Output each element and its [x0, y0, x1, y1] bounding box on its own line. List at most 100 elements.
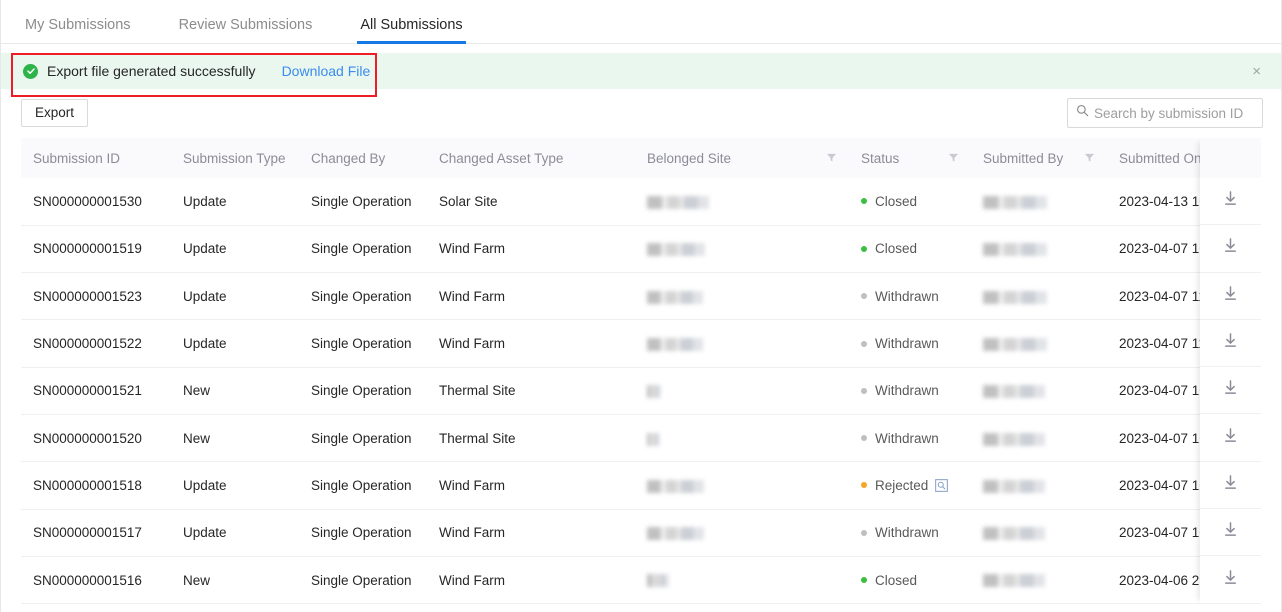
redacted-value: [983, 337, 1047, 351]
cell-changed-by: Single Operation: [299, 509, 427, 557]
cell-submission-type: Update: [171, 272, 299, 321]
cell-status: Rejected: [849, 461, 971, 510]
cell-submission-type-text: Update: [183, 288, 227, 304]
check-circle-icon: [23, 63, 38, 79]
cell-submitted-by: [971, 272, 1107, 321]
cell-submission-id-text: SN000000001519: [33, 241, 142, 257]
cell-status: Closed: [849, 178, 971, 226]
cell-changed-by: Single Operation: [299, 319, 427, 368]
cell-submission-type: New: [171, 556, 299, 605]
column-header-changed-by[interactable]: Changed By: [299, 138, 427, 178]
header-label: Submitted On: [1119, 150, 1202, 166]
status-dot: [861, 577, 867, 584]
column-header-submission-type[interactable]: Submission Type: [171, 138, 299, 178]
tab-label: My Submissions: [25, 17, 131, 33]
download-button[interactable]: [1200, 225, 1261, 273]
table-row[interactable]: SN000000001516 New Single Operation Wind Fa…: [21, 556, 1261, 605]
header-label: Changed Asset Type: [439, 150, 564, 166]
cell-changed-by: Single Operation: [299, 414, 427, 463]
column-header-changed-asset-type[interactable]: Changed Asset Type: [427, 138, 635, 178]
cell-submitted-by: [971, 225, 1107, 274]
cell-submission-type-text: Update: [183, 336, 227, 352]
cell-changed-by-text: Single Operation: [311, 241, 412, 257]
table-row[interactable]: SN000000001520 New Single Operation Thermal…: [21, 414, 1261, 463]
rejection-reason-icon[interactable]: [935, 479, 949, 492]
cell-submission-id-text: SN000000001521: [33, 383, 142, 399]
redacted-value: [983, 290, 1047, 304]
download-button[interactable]: [1200, 272, 1261, 320]
cell-submission-type: Update: [171, 319, 299, 368]
cell-changed-by-text: Single Operation: [311, 572, 412, 588]
download-button[interactable]: [1200, 414, 1261, 462]
tab-my-submissions[interactable]: My Submissions: [25, 17, 131, 43]
action-column-header: [1200, 138, 1261, 178]
table-row[interactable]: SN000000001519 Update Single Operation Wind…: [21, 225, 1261, 274]
cell-submission-type: Update: [171, 178, 299, 226]
cell-changed-by: Single Operation: [299, 225, 427, 274]
download-button[interactable]: [1200, 178, 1261, 226]
redacted-value: [983, 527, 1045, 541]
cell-submitted-by: [971, 461, 1107, 510]
cell-submitted-by: [971, 556, 1107, 605]
cell-submission-type: New: [171, 367, 299, 415]
cell-changed-by: Single Operation: [299, 367, 427, 415]
column-header-belonged-site[interactable]: Belonged Site: [635, 138, 849, 178]
redacted-value: [647, 337, 703, 351]
submissions-grid: Submission ID Submission Type Changed By…: [21, 138, 1261, 605]
status-dot: [861, 387, 867, 394]
cell-changed-asset-type: Solar Site: [427, 178, 635, 226]
column-header-submitted-by[interactable]: Submitted By: [971, 138, 1107, 178]
status-badge: Withdrawn: [875, 430, 939, 446]
table-row[interactable]: SN000000001521 New Single Operation Thermal…: [21, 367, 1261, 415]
download-button[interactable]: [1200, 509, 1261, 557]
status-dot: [861, 482, 867, 489]
download-icon: [1222, 569, 1239, 591]
cell-submission-type: Update: [171, 225, 299, 274]
action-column: [1200, 138, 1261, 604]
download-button[interactable]: [1200, 461, 1261, 510]
cell-submission-type: Update: [171, 509, 299, 557]
column-header-submission-id[interactable]: Submission ID: [21, 138, 171, 178]
download-button[interactable]: [1200, 367, 1261, 415]
header-label: Submitted By: [983, 150, 1064, 166]
download-file-link[interactable]: Download File: [282, 63, 371, 79]
cell-belonged-site: [635, 225, 849, 274]
cell-status: Withdrawn: [849, 272, 971, 321]
redacted-value: [983, 574, 1045, 588]
table-row[interactable]: SN000000001523 Update Single Operation Wind…: [21, 272, 1261, 321]
tab-label: Review Submissions: [178, 17, 313, 33]
cell-status: Withdrawn: [849, 509, 971, 557]
status-dot: [861, 245, 867, 252]
table-row[interactable]: SN000000001530 Update Single Operation Sola…: [21, 178, 1261, 226]
tab-all-submissions[interactable]: All Submissions: [357, 17, 467, 44]
table-row[interactable]: SN000000001517 Update Single Operation Wind…: [21, 509, 1261, 557]
search-box[interactable]: [1067, 98, 1263, 128]
cell-changed-asset-type: Wind Farm: [427, 272, 635, 321]
redacted-value: [647, 527, 704, 541]
export-button[interactable]: Export: [21, 99, 89, 127]
download-button[interactable]: [1200, 319, 1261, 368]
cell-changed-asset-type-text: Wind Farm: [439, 477, 506, 493]
column-header-status[interactable]: Status: [849, 138, 971, 178]
cell-submission-id-text: SN000000001520: [33, 430, 142, 446]
cell-submission-type-text: Update: [183, 193, 227, 209]
cell-changed-asset-type: Thermal Site: [427, 414, 635, 463]
table-toolbar: Export: [1, 88, 1281, 138]
download-button[interactable]: [1200, 556, 1261, 604]
table-row[interactable]: SN000000001522 Update Single Operation Wind…: [21, 319, 1261, 368]
redacted-value: [647, 243, 705, 257]
cell-submitted-by: [971, 509, 1107, 557]
close-icon[interactable]: ×: [1248, 62, 1265, 81]
search-input[interactable]: [1092, 104, 1254, 122]
tab-review-submissions[interactable]: Review Submissions: [179, 17, 313, 43]
status-dot: [861, 293, 867, 300]
filter-icon-status[interactable]: [948, 151, 959, 166]
cell-changed-asset-type: Thermal Site: [427, 367, 635, 415]
table-row[interactable]: SN000000001518 Update Single Operation Wind…: [21, 461, 1261, 510]
cell-belonged-site: [635, 272, 849, 321]
filter-icon-belonged-site[interactable]: [826, 151, 837, 166]
filter-icon-submitted-by[interactable]: [1084, 151, 1095, 166]
cell-changed-asset-type-text: Wind Farm: [439, 288, 506, 304]
status-badge: Rejected: [875, 477, 929, 493]
status-badge: Withdrawn: [875, 383, 939, 399]
